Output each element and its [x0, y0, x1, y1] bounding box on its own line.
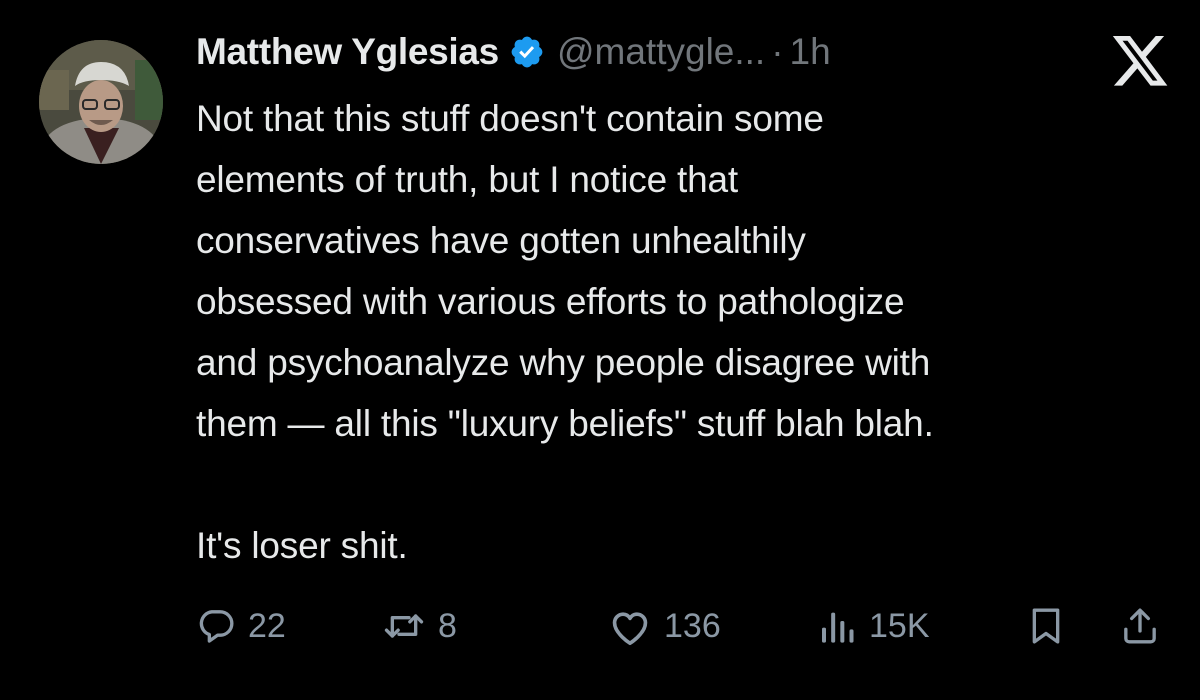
share-button[interactable]: [1120, 598, 1160, 654]
action-bar: 22 8 136 15K: [0, 598, 1200, 654]
like-count: 136: [664, 606, 721, 645]
profile-photo: [39, 40, 163, 164]
views-count: 15K: [869, 606, 930, 645]
repost-button[interactable]: 8: [382, 598, 457, 654]
repost-icon: [382, 606, 426, 646]
tweet-text: Not that this stuff doesn't contain some…: [196, 88, 1181, 576]
reply-icon: [196, 606, 236, 646]
verified-badge-icon[interactable]: [509, 34, 545, 70]
author-handle[interactable]: @mattygle...: [557, 31, 765, 73]
x-logo-icon: [1112, 36, 1170, 88]
author-display-name[interactable]: Matthew Yglesias: [196, 31, 499, 73]
tweet-header: Matthew Yglesias @mattygle... · 1h: [196, 24, 831, 80]
share-icon: [1120, 606, 1160, 646]
bookmark-button[interactable]: [1026, 598, 1066, 654]
views-icon: [817, 606, 857, 646]
header-separator: ·: [771, 31, 784, 72]
like-button[interactable]: 136: [608, 598, 721, 654]
bookmark-icon: [1026, 606, 1066, 646]
repost-count: 8: [438, 606, 457, 645]
views-button[interactable]: 15K: [817, 598, 930, 654]
tweet-paragraph: It's loser shit.: [196, 525, 408, 566]
heart-icon: [608, 606, 652, 646]
reply-button[interactable]: 22: [196, 598, 286, 654]
tweet-paragraph: Not that this stuff doesn't contain some…: [196, 98, 934, 444]
tweet-timestamp[interactable]: 1h: [790, 31, 831, 73]
tweet-card: Matthew Yglesias @mattygle... · 1h Not t…: [0, 0, 1200, 700]
reply-count: 22: [248, 606, 286, 645]
avatar[interactable]: [39, 40, 163, 164]
